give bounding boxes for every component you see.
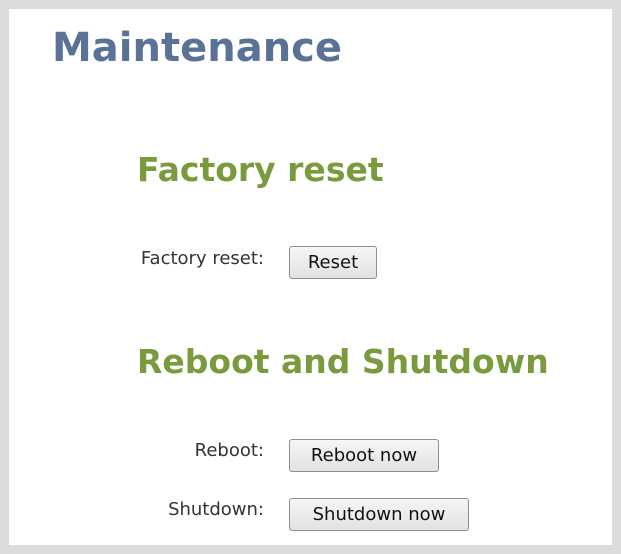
factory-reset-label: Factory reset:	[140, 248, 264, 269]
page-title: Maintenance	[52, 25, 343, 71]
reset-button[interactable]: Reset	[289, 246, 377, 279]
reboot-label: Reboot:	[194, 440, 264, 461]
factory-reset-heading: Factory reset	[137, 150, 384, 189]
shutdown-label: Shutdown:	[168, 499, 264, 520]
reboot-shutdown-heading: Reboot and Shutdown	[137, 342, 549, 381]
maintenance-panel: Maintenance Factory reset Factory reset:…	[0, 0, 621, 554]
reboot-now-button[interactable]: Reboot now	[289, 439, 439, 472]
shutdown-now-button[interactable]: Shutdown now	[289, 498, 469, 531]
